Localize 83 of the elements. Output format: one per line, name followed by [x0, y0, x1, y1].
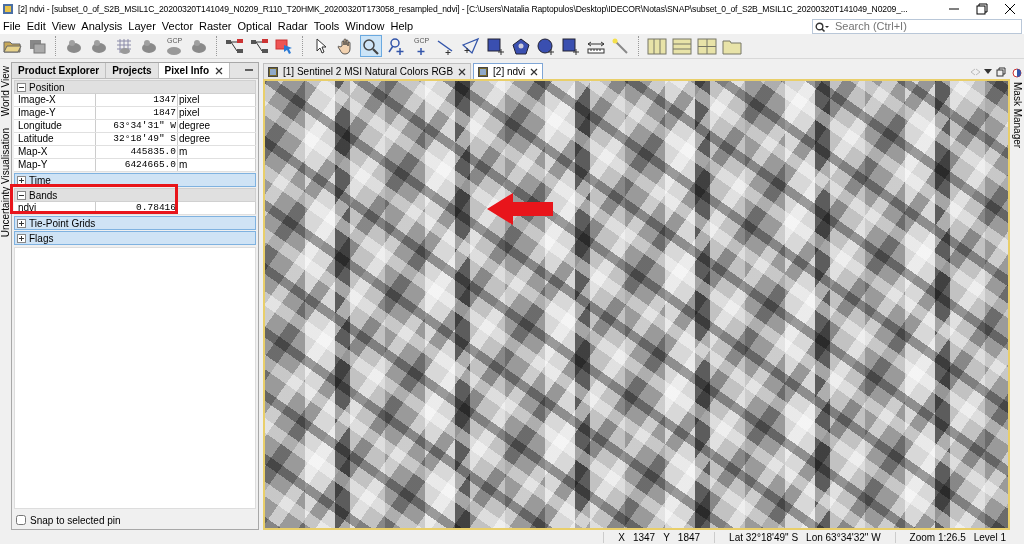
property-name: Latitude — [14, 133, 96, 145]
rectangle-tool[interactable] — [560, 35, 582, 57]
menu-item[interactable]: Tools — [310, 20, 343, 32]
panel-tab[interactable]: Projects — [106, 63, 159, 78]
menu-item[interactable]: Edit — [23, 20, 49, 32]
property-value: 1347 — [96, 94, 178, 106]
dropdown-icon[interactable] — [984, 68, 992, 75]
menu-item[interactable]: Analysis — [78, 20, 126, 32]
property-name: ndvi — [14, 202, 96, 214]
side-tab[interactable]: Uncertainty Visualisation — [0, 128, 11, 238]
property-unit: pixel — [178, 94, 256, 106]
pin-plus-tool[interactable] — [385, 35, 407, 57]
pointer-icon[interactable] — [315, 38, 327, 54]
mask-icon — [1012, 68, 1022, 78]
rectangle-tool[interactable] — [485, 35, 507, 57]
status-text: Lon 63°34'32" W — [806, 531, 881, 543]
document-tab[interactable]: [2] ndvi — [473, 63, 544, 79]
section-header[interactable]: Time — [14, 173, 256, 187]
status-text: Y — [663, 531, 670, 543]
close-icon[interactable] — [530, 67, 539, 76]
property-value: 32°18'49" S — [96, 133, 178, 145]
checkbox-label: Snap to selected pin — [30, 514, 121, 526]
close-icon[interactable] — [458, 67, 467, 76]
image-icon — [478, 66, 489, 77]
restore-icon[interactable] — [976, 3, 988, 15]
menu-item[interactable]: Vector — [158, 20, 197, 32]
rows-layout-tool[interactable] — [671, 35, 693, 57]
search-field[interactable]: Search (Ctrl+I) — [812, 18, 1022, 34]
status-text: Zoom 1:26.5 — [909, 531, 966, 543]
side-tab[interactable]: World View — [0, 66, 11, 117]
expand-icon[interactable] — [17, 233, 26, 243]
grid-layout-tool[interactable] — [696, 35, 718, 57]
section-header[interactable]: Flags — [14, 231, 256, 245]
menu-item[interactable]: Radar — [274, 20, 311, 32]
property-value: 0.78416 — [96, 202, 178, 214]
property-value: 6424665.0 — [96, 159, 178, 171]
property-value: 1847 — [96, 107, 178, 119]
status-text: 1347 — [632, 531, 656, 543]
property-value: 445835.0 — [96, 146, 178, 158]
circle-tool[interactable] — [535, 35, 557, 57]
property-unit: m — [178, 159, 256, 171]
collapse-icon[interactable] — [17, 82, 26, 92]
image-icon — [268, 66, 278, 77]
menu-item[interactable]: Window — [342, 20, 388, 32]
window-title: [2] ndvi - [subset_0_of_S2B_MSIL1C_20200320T141049_N0209_R110_T20HMK_20200320T173058_resampled_ndvi] - [C:\Users\Natalia Raptopulos\Desktop\IDECOR\Notas\SNAP\subset_0_of_S2B_MSIL1C_20200320T141049_N0209_... — [18, 3, 909, 15]
search-icon[interactable] — [815, 21, 829, 33]
expand-icon[interactable] — [17, 218, 26, 228]
panel-tab[interactable]: Product Explorer — [12, 63, 107, 78]
collapse-icon[interactable] — [17, 190, 26, 200]
property-value: 63°34'31" W — [96, 120, 178, 132]
status-text: Lat 32°18'49" S — [729, 531, 799, 543]
status-text: X — [618, 531, 625, 543]
property-name: Image-Y — [14, 107, 96, 119]
property-unit: m — [178, 146, 256, 158]
status-text: Level 1 — [973, 531, 1006, 543]
status-text: 1847 — [677, 531, 701, 543]
property-name: Image-X — [14, 94, 96, 106]
property-name: Map-X — [14, 146, 96, 158]
section-header[interactable]: Tie-Point Grids — [14, 216, 256, 230]
property-unit: degree — [178, 133, 256, 145]
menu-item[interactable]: Optical — [234, 20, 275, 32]
menu-item[interactable]: Layer — [125, 20, 159, 32]
menu-item[interactable]: File — [0, 20, 24, 32]
menu-item[interactable]: Help — [387, 20, 417, 32]
property-unit: pixel — [178, 107, 256, 119]
menu-item[interactable]: Raster — [196, 20, 235, 32]
close-icon[interactable] — [215, 66, 224, 75]
side-tab[interactable]: Mask Manager — [1011, 82, 1023, 149]
columns-layout-tool[interactable] — [646, 35, 668, 57]
snap-checkbox[interactable] — [16, 515, 26, 525]
property-name: Longitude — [14, 120, 96, 132]
zoom-tool[interactable] — [360, 35, 382, 57]
property-name: Map-Y — [14, 159, 96, 171]
close-icon[interactable] — [1004, 3, 1016, 15]
document-tab[interactable]: [1] Sentinel 2 MSI Natural Colors RGB — [263, 63, 472, 79]
expand-icon[interactable] — [17, 175, 26, 185]
panel-tab[interactable]: Pixel Info — [158, 63, 231, 78]
restore-icon[interactable] — [996, 66, 1006, 77]
property-unit: degree — [178, 120, 256, 132]
section-header[interactable]: Bands — [14, 188, 256, 202]
app-icon — [2, 3, 14, 15]
section-header[interactable]: Position — [14, 80, 256, 94]
menu-item[interactable]: View — [48, 20, 79, 32]
